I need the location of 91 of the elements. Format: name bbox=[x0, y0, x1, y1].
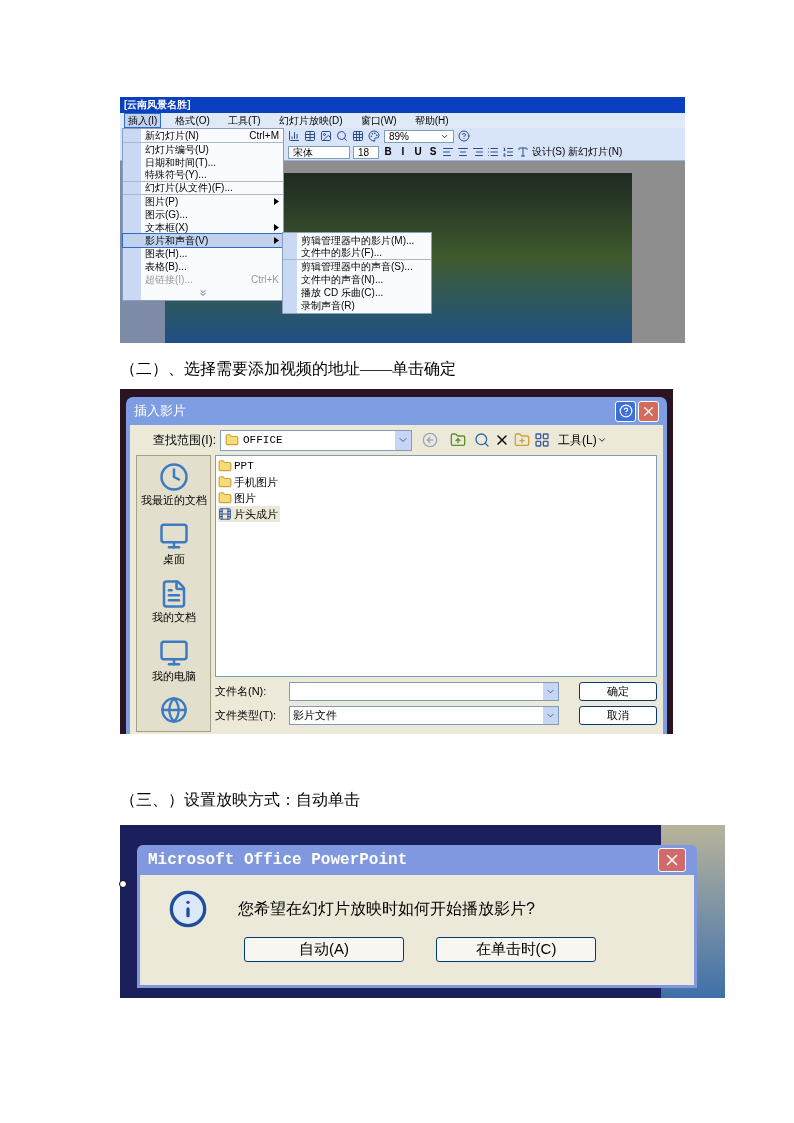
submenu-arrow-icon bbox=[274, 198, 279, 205]
align-center-icon[interactable] bbox=[457, 146, 469, 158]
zoom-field[interactable]: 89% bbox=[384, 129, 454, 143]
format-button[interactable]: U bbox=[412, 146, 424, 158]
menu-item[interactable]: 图表(H)... bbox=[123, 247, 283, 260]
file-name-label: 文件名(N): bbox=[215, 683, 268, 699]
font-size-field[interactable]: 18 bbox=[353, 145, 379, 159]
align-right-icon[interactable] bbox=[472, 146, 484, 158]
file-item[interactable]: 片头成片 bbox=[218, 506, 280, 522]
chevron-icon bbox=[198, 287, 208, 298]
step-caption: （二）、选择需要添加视频的地址——单击确定 bbox=[120, 359, 457, 377]
dialog-title: Microsoft Office PowerPoint bbox=[148, 850, 409, 871]
menu-item[interactable]: 图片(P) bbox=[123, 195, 283, 208]
folder-icon bbox=[218, 459, 232, 473]
places-item[interactable]: 我的电脑 bbox=[151, 637, 196, 684]
align-left-icon[interactable] bbox=[442, 146, 454, 158]
search-icon[interactable] bbox=[336, 130, 348, 142]
info-icon bbox=[168, 889, 208, 929]
selection-handle-icon bbox=[119, 880, 127, 888]
dialog-title: 插入影片 bbox=[134, 402, 187, 421]
chart-icon[interactable] bbox=[288, 130, 300, 142]
window-title-bar: [云南风景名胜] bbox=[120, 97, 685, 113]
file-item[interactable]: PPT bbox=[218, 458, 256, 474]
file-type-dropdown[interactable]: 影片文件 bbox=[289, 705, 559, 725]
table-icon[interactable] bbox=[304, 130, 316, 142]
help-icon bbox=[618, 404, 633, 418]
folder-icon bbox=[225, 433, 239, 447]
look-in-label: 查找范围(I): bbox=[152, 432, 216, 449]
dialog-button[interactable]: 在单击时(C) bbox=[436, 937, 596, 962]
menu-bar-item[interactable]: 格式(O) bbox=[171, 113, 214, 128]
menu-bar-item[interactable]: 工具(T) bbox=[223, 113, 265, 128]
menu-item[interactable]: 幻灯片(从文件)(F)... bbox=[123, 182, 283, 195]
tools-button[interactable]: 工具(L) bbox=[558, 431, 607, 449]
cancel-button[interactable]: 取消 bbox=[579, 705, 657, 725]
menu-item[interactable]: 日期和时间(T)... bbox=[123, 156, 283, 169]
menu-bar-item[interactable]: 窗口(W) bbox=[356, 113, 401, 128]
format-button[interactable]: S bbox=[427, 146, 439, 158]
menu-item[interactable]: 文件中的影片(F)... bbox=[283, 247, 431, 260]
file-item[interactable]: 手机图片 bbox=[218, 474, 280, 490]
help-button[interactable] bbox=[615, 400, 636, 422]
menu-item[interactable]: 剪辑管理器中的声音(S)... bbox=[283, 260, 431, 273]
ok-button[interactable]: 确定 bbox=[579, 681, 657, 701]
dialog-button[interactable]: 自动(A) bbox=[244, 937, 404, 962]
search-icon[interactable] bbox=[474, 432, 490, 448]
help-icon[interactable] bbox=[458, 130, 470, 142]
menu-bar-item[interactable]: 插入(I) bbox=[124, 113, 162, 128]
new-slide-button[interactable]: 新幻灯片(N) bbox=[568, 146, 623, 158]
menu-item[interactable]: 表格(B)... bbox=[123, 260, 283, 273]
menu-item[interactable]: 新幻灯片(N) Ctrl+M bbox=[123, 130, 283, 143]
step-caption: （三、）设置放映方式：自动单击 bbox=[120, 790, 361, 808]
menu-item[interactable]: 特殊符号(Y)... bbox=[123, 169, 283, 182]
menu-item[interactable]: 幻灯片编号(U) bbox=[123, 143, 283, 156]
menu-item[interactable]: 录制声音(R) bbox=[283, 299, 431, 312]
file-type-value: 影片文件 bbox=[293, 707, 338, 723]
film-icon bbox=[218, 507, 232, 521]
font-field[interactable]: 宋体 bbox=[288, 145, 350, 159]
format-button[interactable]: I bbox=[397, 146, 409, 158]
close-button[interactable] bbox=[638, 400, 659, 422]
file-item[interactable]: 图片 bbox=[218, 490, 258, 506]
caret-icon bbox=[596, 435, 607, 445]
close-button[interactable] bbox=[658, 848, 686, 872]
menu-item[interactable]: 影片和声音(V) bbox=[123, 234, 283, 247]
clock-icon bbox=[158, 462, 189, 492]
look-in-dropdown[interactable]: OFFICE bbox=[220, 429, 412, 451]
format-button[interactable]: B bbox=[382, 146, 394, 158]
design-button[interactable]: 设计(S) bbox=[532, 146, 566, 158]
folder-icon bbox=[218, 491, 232, 505]
color-icon[interactable] bbox=[368, 130, 380, 142]
places-item[interactable]: 我的文档 bbox=[151, 579, 196, 626]
file-type-label: 文件类型(T): bbox=[215, 707, 278, 723]
folder-up-icon[interactable] bbox=[450, 432, 466, 448]
font-color-icon[interactable] bbox=[517, 146, 529, 158]
menu-item[interactable]: 剪辑管理器中的影片(M)... bbox=[283, 234, 431, 247]
file-name-field[interactable] bbox=[289, 681, 559, 701]
menu-item[interactable]: 文本框(X) bbox=[123, 221, 283, 234]
picture-icon[interactable] bbox=[320, 130, 332, 142]
places-item[interactable]: 我最近的文档 bbox=[140, 462, 207, 509]
folder-icon bbox=[218, 475, 232, 489]
look-in-value: OFFICE bbox=[243, 432, 284, 448]
menu-item[interactable]: 播放 CD 乐曲(C)... bbox=[283, 286, 431, 299]
numbered-list-icon[interactable] bbox=[502, 146, 514, 158]
menu-item[interactable]: 图示(G)... bbox=[123, 208, 283, 221]
grid-icon[interactable] bbox=[352, 130, 364, 142]
views-icon[interactable] bbox=[534, 432, 550, 448]
menu-item[interactable]: 文件中的声音(N)... bbox=[283, 273, 431, 286]
bullet-list-icon[interactable] bbox=[487, 146, 499, 158]
menu-bar-item[interactable]: 幻灯片放映(D) bbox=[274, 113, 347, 128]
dialog-message: 您希望在幻灯片放映时如何开始播放影片? bbox=[238, 899, 535, 919]
menu-bar-item[interactable]: 帮助(H) bbox=[410, 113, 453, 128]
places-item[interactable]: 桌面 bbox=[158, 520, 189, 567]
globe-icon[interactable] bbox=[159, 696, 188, 724]
